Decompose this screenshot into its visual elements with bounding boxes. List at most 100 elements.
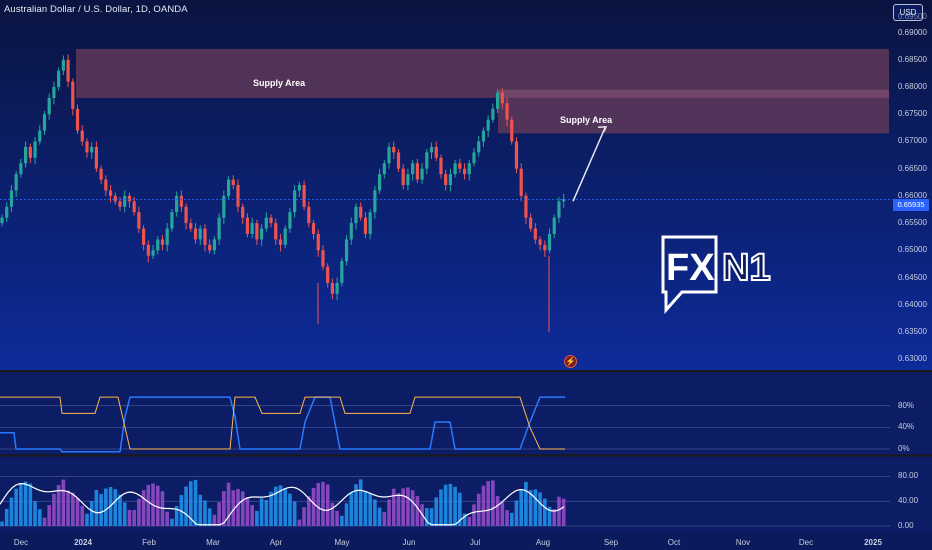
time-axis-label: Dec [798,538,814,547]
time-axis-label: Dec [13,538,29,547]
histogram-bar [358,479,363,526]
candle-body [533,228,537,240]
candle-body [363,217,368,234]
candle-body [274,223,278,240]
candle-body [245,217,250,234]
price-axis-label: 0.65000 [898,245,927,255]
candle-body [203,228,207,245]
candle-body [293,190,297,213]
histogram-bar [387,499,391,526]
candle-body [486,119,490,131]
candle-body [519,168,523,196]
candle-body [467,163,471,175]
histogram-bar [472,504,476,526]
price-axis-label: 0.66000 [898,190,927,200]
chart-canvas[interactable] [0,0,932,550]
histogram-bar [500,501,505,526]
candle-body [160,239,165,245]
histogram-bar [184,486,188,526]
current-price-tag: 0.65935 [893,199,929,211]
histogram-bar [524,481,528,526]
histogram-bar [406,487,410,526]
histogram-bar [486,481,490,526]
histogram-bar [344,503,349,526]
candle-body [47,97,51,115]
candle-body [434,146,438,158]
time-axis-label: Sep [603,538,619,547]
time-axis-label: Apr [269,538,283,547]
candle-body [123,195,127,207]
candle-body [354,206,358,224]
histogram-bar [122,502,127,526]
indicator1-axis-label: 40% [898,422,915,432]
candle-body [349,223,353,240]
lightning-icon[interactable]: ⚡ [564,355,577,368]
histogram-bar [28,483,33,526]
price-axis-label: 0.69000 [898,27,927,37]
histogram-bar [170,518,174,526]
candle-body [439,157,443,175]
histogram-bar [401,488,405,526]
candle-body [330,282,334,294]
histogram-bar [217,502,221,526]
candle-body [165,228,169,245]
candle-body [557,201,561,218]
candle-body [481,130,486,142]
histogram-bar [495,495,500,526]
indicator2-axis-label: 40.00 [898,496,919,506]
histogram-bar [443,484,448,526]
histogram-bar [155,485,160,526]
candle-body [462,168,467,175]
price-axis-label: 0.65500 [898,218,927,228]
histogram-bar [368,493,372,526]
candle-body [14,174,18,191]
histogram-bar [80,505,85,526]
histogram-bar [543,498,547,526]
candle-body [71,81,75,109]
candle-body [547,233,552,251]
histogram-bar [302,507,306,526]
candle-body [66,59,70,82]
histogram-bar [94,490,99,526]
price-axis-label: 0.68000 [898,82,927,92]
candle-body [500,92,504,104]
histogram-bar [538,492,542,526]
histogram-bar [99,493,103,526]
candle-body [212,239,216,251]
candle-body [415,163,419,180]
candle-body [33,141,37,158]
histogram-bar [505,510,509,526]
candle-body [420,168,424,180]
time-axis-label: Mar [206,538,220,547]
histogram-bar [198,494,203,526]
histogram-bar [52,493,56,526]
candle-body [19,163,23,175]
time-axis-label: Feb [142,538,156,547]
histogram-bar [311,487,316,526]
candle-body [472,152,476,164]
time-axis-label: Jun [402,538,416,547]
histogram-bar [4,508,9,526]
histogram-bar [236,488,240,526]
histogram-bar [240,491,245,526]
time-axis-label: Nov [735,538,751,547]
candle-body [175,195,179,213]
candle-body [236,185,240,207]
histogram-bar [132,509,136,526]
histogram-bar [557,496,561,526]
candle-body [80,130,84,142]
chart-area[interactable] [0,0,932,550]
candle-body [208,244,212,251]
histogram-bar [283,487,287,526]
histogram-bar [330,502,335,526]
candle-body [406,174,410,185]
candle-body [217,217,221,240]
price-axis-label: 0.67500 [898,109,927,119]
histogram-bar [193,479,198,526]
candle-body [52,87,56,98]
histogram-bar [226,482,231,526]
candle-body [552,217,556,234]
histogram-bar [85,513,89,526]
histogram-bar [415,496,420,526]
price-axis-label: 0.66500 [898,163,927,173]
